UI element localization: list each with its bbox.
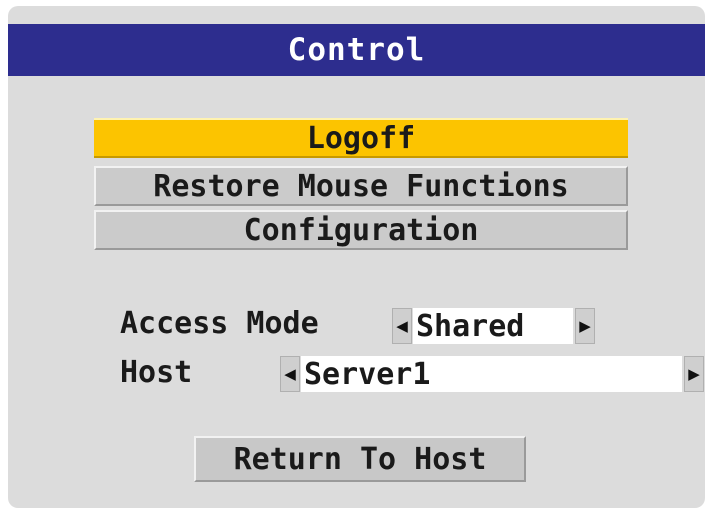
- access-mode-left-arrow-icon[interactable]: ◀: [392, 308, 412, 344]
- host-value[interactable]: Server1: [301, 356, 682, 392]
- dialog-title: Control: [8, 24, 705, 76]
- access-mode-right-arrow-icon[interactable]: ▶: [575, 308, 595, 344]
- host-right-arrow-icon[interactable]: ▶: [684, 356, 704, 392]
- access-mode-value[interactable]: Shared: [413, 308, 573, 344]
- configuration-button[interactable]: Configuration: [94, 210, 628, 250]
- host-label: Host: [120, 355, 193, 390]
- restore-mouse-functions-button[interactable]: Restore Mouse Functions: [94, 166, 628, 206]
- access-mode-label: Access Mode: [120, 306, 319, 341]
- logoff-button[interactable]: Logoff: [94, 118, 628, 158]
- return-to-host-button[interactable]: Return To Host: [194, 436, 526, 482]
- control-dialog: Control Logoff Restore Mouse Functions C…: [8, 6, 705, 508]
- host-left-arrow-icon[interactable]: ◀: [280, 356, 300, 392]
